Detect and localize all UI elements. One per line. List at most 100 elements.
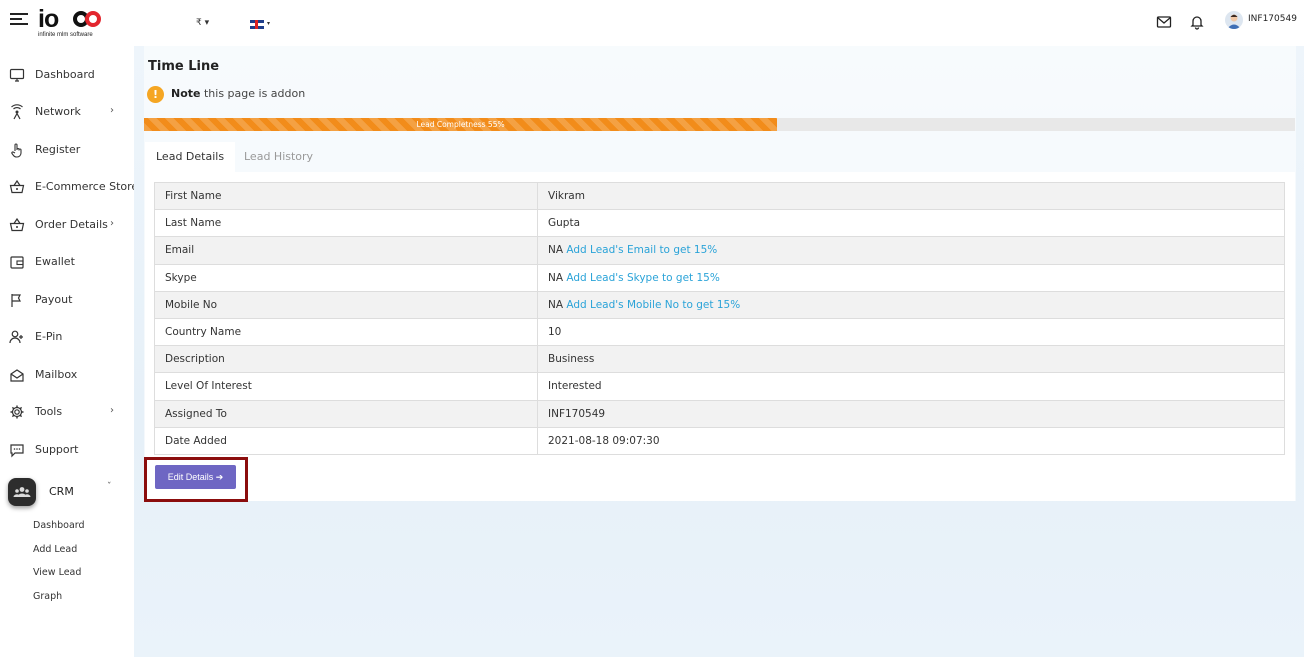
table-row: Assigned To INF170549	[154, 399, 1285, 428]
monitor-icon	[9, 68, 25, 82]
chevron-right-icon: ›	[110, 218, 114, 229]
bell-icon[interactable]	[1189, 14, 1205, 30]
progress-label: Lead Completness 55%	[416, 120, 505, 129]
user-avatar-icon	[1227, 14, 1241, 29]
table-row: Date Added 2021-08-18 09:07:30	[154, 426, 1285, 455]
tab-lead-details[interactable]: Lead Details	[145, 142, 236, 172]
chevron-right-icon: ›	[110, 105, 114, 116]
sidebar-item-payout[interactable]: Payout	[0, 285, 134, 315]
chevron-down-icon[interactable]: ˇ	[107, 482, 112, 492]
detail-key: First Name	[154, 181, 538, 211]
sidebar-item-label: Tools	[35, 405, 63, 418]
username[interactable]: INF170549	[1248, 14, 1297, 24]
note-label: Note	[171, 87, 201, 100]
crm-button[interactable]	[8, 478, 36, 506]
detail-value-cell: NA Add Lead's Email to get 15%	[537, 236, 1285, 265]
detail-value: NA	[548, 271, 564, 284]
network-icon	[11, 104, 23, 120]
logo-subtitle: infinite mlm software	[38, 32, 93, 38]
add-field-link[interactable]: Add Lead's Mobile No to get 15%	[566, 299, 740, 311]
sidebar-item-ecommerce-store[interactable]: E-Commerce Store	[0, 172, 138, 202]
detail-value-cell: NA Add Lead's Skype to get 15%	[537, 263, 1285, 292]
gear-icon	[10, 405, 24, 419]
detail-value: 2021-08-18 09:07:30	[548, 434, 660, 447]
detail-value: Gupta	[548, 217, 581, 230]
note-text: this page is addon	[200, 87, 306, 100]
sidebar-item-order-details[interactable]: Order Details ›	[0, 210, 134, 240]
sidebar-item-label: Ewallet	[35, 255, 75, 268]
sidebar-item-dashboard[interactable]: Dashboard	[0, 60, 134, 90]
sidebar-item-network[interactable]: Network ›	[0, 97, 134, 127]
top-header: io infinite mlm software ₹ ▾ ▾ INF170549	[0, 0, 1304, 46]
table-row: Mobile No NA Add Lead's Mobile No to get …	[154, 290, 1285, 319]
detail-value-cell: 10	[537, 317, 1285, 347]
table-row: Country Name 10	[154, 317, 1285, 347]
sidebar-item-tools[interactable]: Tools ›	[0, 397, 134, 427]
sidebar-item-support[interactable]: Support	[0, 435, 134, 465]
sidebar-item-ewallet[interactable]: Ewallet	[0, 247, 134, 277]
detail-value: INF170549	[548, 407, 606, 420]
add-field-link[interactable]: Add Lead's Skype to get 15%	[566, 272, 719, 284]
logo-text: io	[38, 5, 59, 33]
sidebar-item-label: Payout	[35, 293, 73, 306]
detail-key: Skype	[154, 263, 538, 292]
chevron-right-icon: ›	[110, 405, 114, 416]
exclamation-icon: !	[147, 86, 164, 103]
user-plus-icon	[9, 330, 23, 344]
sidebar-item-crm[interactable]: CRM	[49, 485, 74, 498]
sidebar-item-label: E-Commerce Store	[35, 180, 139, 193]
crm-sub-view-lead[interactable]: View Lead	[33, 567, 81, 578]
avatar[interactable]	[1225, 11, 1243, 29]
users-icon	[13, 487, 31, 497]
detail-key: Assigned To	[154, 399, 538, 428]
wallet-icon	[10, 256, 24, 269]
logo[interactable]: io infinite mlm software	[38, 5, 104, 41]
edit-details-button[interactable]: Edit Details ➔	[155, 465, 236, 489]
detail-key: Level Of Interest	[154, 372, 538, 401]
currency-selector[interactable]: ₹ ▾	[196, 18, 209, 28]
sidebar-item-label: E-Pin	[35, 330, 63, 343]
tab-lead-history[interactable]: Lead History	[233, 142, 324, 172]
detail-value: NA	[548, 298, 564, 311]
detail-value-cell: NA Add Lead's Mobile No to get 15%	[537, 290, 1285, 319]
add-field-link[interactable]: Add Lead's Email to get 15%	[566, 244, 717, 256]
sidebar-item-register[interactable]: Register	[0, 135, 134, 165]
lead-details-table: First Name Vikram Last Name Gupta Email NA Ad…	[154, 181, 1285, 455]
detail-value-cell: Gupta	[537, 209, 1285, 238]
detail-key: Country Name	[154, 317, 538, 347]
envelope-open-icon	[10, 369, 24, 382]
sidebar-item-label: Support	[35, 443, 79, 456]
infinity-logo-icon	[73, 11, 101, 27]
table-row: Skype NA Add Lead's Skype to get 15%	[154, 263, 1285, 292]
detail-value: Vikram	[548, 190, 585, 203]
detail-key: Mobile No	[154, 290, 538, 319]
detail-value: Interested	[548, 380, 602, 393]
flag-icon	[11, 294, 21, 307]
sidebar-item-label: Register	[35, 143, 81, 156]
sidebar-item-epin[interactable]: E-Pin	[0, 322, 134, 352]
uk-flag-icon[interactable]	[250, 20, 264, 29]
mail-icon[interactable]	[1156, 14, 1172, 30]
detail-value: NA	[548, 244, 564, 257]
sidebar-item-label: Network	[35, 105, 81, 118]
crm-sub-add-lead[interactable]: Add Lead	[33, 544, 77, 555]
detail-value-cell: Interested	[537, 372, 1285, 401]
crm-sub-graph[interactable]: Graph	[33, 591, 62, 602]
crm-sub-dashboard[interactable]: Dashboard	[33, 520, 85, 531]
sidebar-item-label: Mailbox	[35, 368, 78, 381]
sidebar-item-label: Dashboard	[35, 68, 95, 81]
table-row: Description Business	[154, 345, 1285, 374]
page-title: Time Line	[148, 59, 220, 74]
detail-value-cell: Vikram	[537, 181, 1285, 211]
menu-icon[interactable]	[10, 12, 28, 26]
addon-note: Note this page is addon	[171, 87, 305, 100]
table-row: Last Name Gupta	[154, 209, 1285, 238]
sidebar-item-mailbox[interactable]: Mailbox	[0, 360, 134, 390]
basket-icon	[9, 179, 25, 194]
detail-key: Email	[154, 236, 538, 265]
table-row: Email NA Add Lead's Email to get 15%	[154, 236, 1285, 265]
detail-value-cell: INF170549	[537, 399, 1285, 428]
language-caret-icon[interactable]: ▾	[267, 20, 270, 27]
detail-value: 10	[548, 326, 562, 339]
lead-completeness-progress: Lead Completness 55%	[144, 118, 1295, 131]
